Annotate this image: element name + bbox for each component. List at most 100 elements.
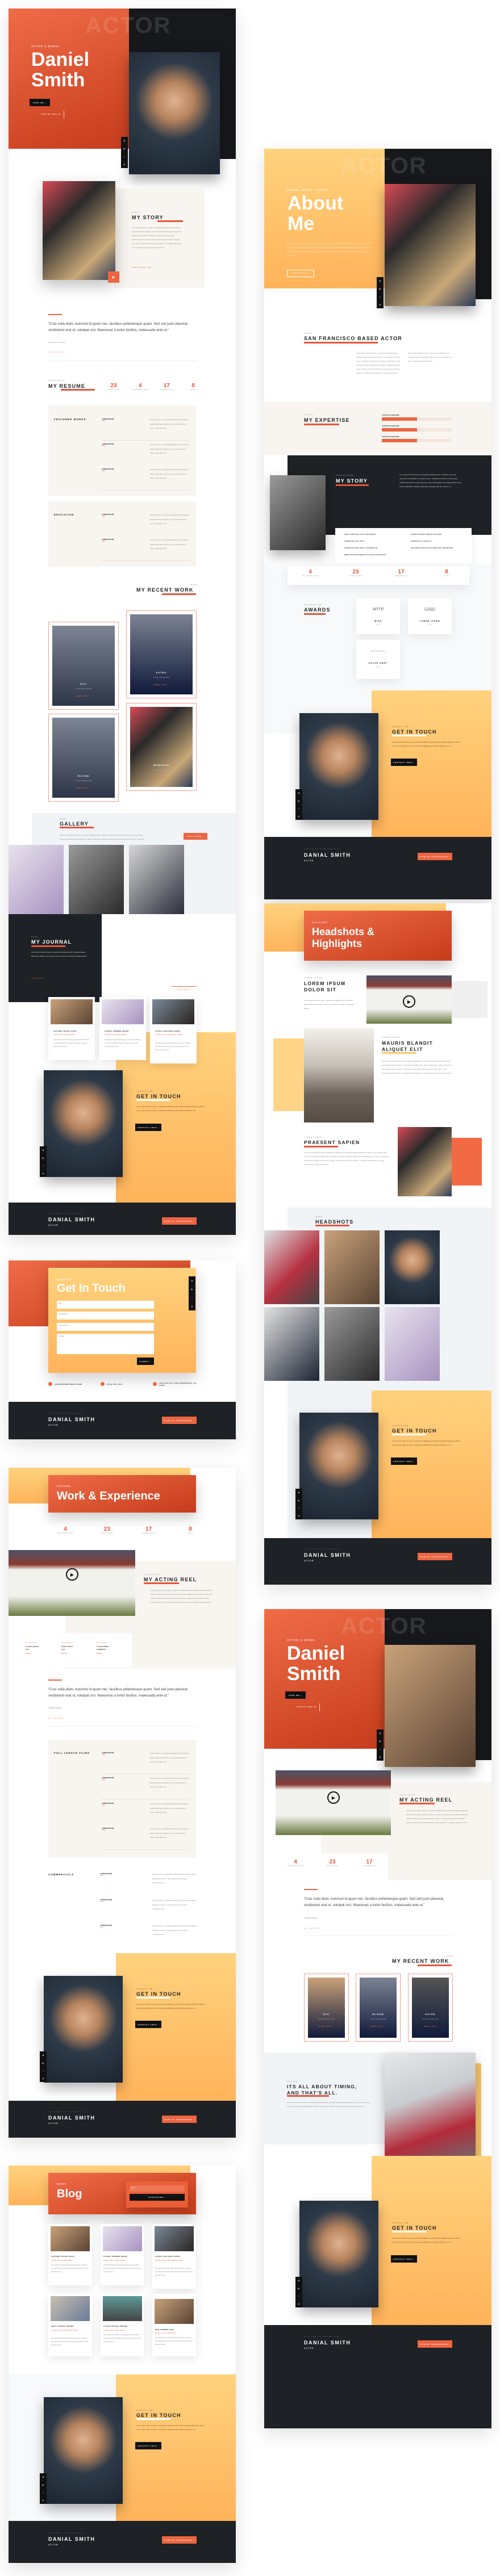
instagram-icon[interactable]: ◙: [298, 2279, 299, 2282]
highlight-play-link[interactable]: PLAY ⊕: [26, 1653, 54, 1654]
vimeo-icon[interactable]: v: [43, 2069, 44, 2072]
vimeo-icon[interactable]: v: [43, 2491, 44, 2494]
view-experience-button[interactable]: VIEW MY EXPERIENCE ›: [418, 2340, 452, 2348]
headshot-photo[interactable]: [264, 1307, 319, 1381]
work-card[interactable]: DIVI Comedy, Short Film, 2016 MORE INFO …: [48, 622, 119, 710]
hire-me-button[interactable]: HIRE ME ›: [285, 1691, 306, 1699]
vimeo-icon[interactable]: v: [298, 2294, 299, 2297]
read-more-link[interactable]: READ MORE ›: [177, 989, 193, 991]
work-card[interactable]: MONARCH Comedy, Short Film, 2016 MORE IN…: [126, 703, 197, 791]
submit-button[interactable]: SUBMIT ›: [137, 1358, 154, 1365]
instagram-icon[interactable]: ◙: [43, 2476, 44, 2478]
vimeo-icon[interactable]: v: [380, 1748, 381, 1750]
contact-info-button[interactable]: CONTACT INFO ›: [391, 2255, 417, 2263]
youtube-icon[interactable]: ▶: [379, 287, 381, 290]
view-experience-button[interactable]: VIEW MY EXPERIENCE ›: [162, 1417, 197, 1424]
work-card-more-link[interactable]: MORE INFO ›: [52, 788, 115, 789]
gallery-photo[interactable]: [9, 845, 64, 914]
contact-info-button[interactable]: CONTACT INFO ›: [135, 2442, 161, 2449]
gallery-photo[interactable]: [129, 845, 184, 914]
vimeo-icon[interactable]: v: [43, 1164, 44, 1167]
work-card-more-link[interactable]: MORE INFO ›: [360, 2026, 397, 2028]
reel-video[interactable]: [9, 1550, 135, 1616]
story-play-button[interactable]: ▶: [108, 271, 119, 283]
instagram-icon[interactable]: ◙: [380, 279, 381, 282]
view-experience-button[interactable]: VIEW MY EXPERIENCE ›: [162, 1217, 197, 1225]
email-text[interactable]: INFO@DANIELSMITH.COM: [55, 1383, 82, 1385]
instagram-icon[interactable]: ◙: [43, 2054, 44, 2056]
view-experience-button[interactable]: VIEW MY EXPERIENCE ›: [162, 2116, 197, 2123]
youtube-icon[interactable]: ▶: [42, 2062, 44, 2064]
highlight-play-link[interactable]: PLAY ⊕: [97, 1653, 128, 1654]
vimeo-icon[interactable]: v: [191, 1296, 193, 1299]
view-more-button[interactable]: VIEW MORE ›: [184, 833, 207, 840]
work-card-more-link[interactable]: MORE INFO ›: [130, 684, 193, 686]
work-card[interactable]: BLOOM Comedy, Short Film, 2016 MORE INFO…: [48, 714, 119, 802]
headshot-photo[interactable]: [264, 1230, 319, 1304]
headshot-photo[interactable]: [324, 1307, 380, 1381]
youtube-icon[interactable]: ▶: [379, 1740, 381, 1743]
view-experience-button[interactable]: VIEW MY EXPERIENCE ›: [418, 1553, 452, 1560]
work-card[interactable]: DIVI Comedy, Short Film, 2016 MORE INFO …: [304, 1974, 349, 2042]
blog-post-card[interactable]: FLORAL SUMMER DRESS by admin | Dec 13, 2…: [101, 2224, 144, 2285]
play-icon[interactable]: ▶: [327, 1791, 340, 1804]
contact-info-button[interactable]: CONTACT INFO ›: [391, 759, 417, 766]
journal-post-card[interactable]: LEATHER TRAVEL BAGS by admin | Dec 13, 2…: [48, 997, 95, 1060]
work-card-more-link[interactable]: MORE INFO: [412, 2026, 449, 2028]
imdb-icon[interactable]: ■: [43, 2499, 44, 2502]
blog-post-card[interactable]: GRAY FITNESS HOODIE by admin | Dec 13, 2…: [48, 2294, 92, 2356]
blog-post-card[interactable]: LATEST DESIGN TRENDS by admin | Dec 13, …: [101, 2294, 144, 2356]
youtube-icon[interactable]: ▶: [42, 2483, 44, 2486]
message-field[interactable]: Message: [57, 1334, 154, 1354]
view-experience-button[interactable]: VIEW MY EXPERIENCE ›: [162, 2536, 197, 2544]
imdb-icon[interactable]: ■: [298, 1514, 299, 1517]
view-experience-button[interactable]: VIEW MY EXPERIENCE ›: [418, 853, 452, 860]
instagram-icon[interactable]: ◙: [191, 1279, 193, 1282]
view-reel-link[interactable]: VIEW MY REEL ⊕: [297, 1706, 316, 1708]
subscribe-email-input[interactable]: Email: [130, 2185, 185, 2192]
view-reel-link[interactable]: VIEW MY REEL ⊕: [41, 113, 61, 115]
phone-field[interactable]: Phone Number: [57, 1323, 154, 1331]
youtube-icon[interactable]: ▶: [298, 799, 299, 802]
all-reviews-link[interactable]: ALL REVIEWS ›: [48, 351, 66, 353]
imdb-icon[interactable]: ■: [43, 1172, 44, 1175]
contact-info-button[interactable]: CONTACT INFO ›: [391, 1457, 417, 1465]
youtube-icon[interactable]: ▶: [42, 1157, 44, 1159]
work-card[interactable]: EXTRA Comedy, Short Film, 2016 MORE INFO…: [126, 610, 197, 698]
work-card-more-link[interactable]: MORE INFO ›: [308, 2026, 345, 2028]
imdb-icon[interactable]: ■: [124, 163, 125, 166]
hire-me-button[interactable]: HIRE ME ›: [30, 99, 50, 106]
name-field[interactable]: Name: [57, 1301, 154, 1309]
blog-post-card[interactable]: CASUAL WALKING SHOES by admin | Dec 13, …: [152, 2224, 196, 2289]
instagram-icon[interactable]: ◙: [124, 139, 125, 142]
instagram-icon[interactable]: ◙: [298, 791, 299, 794]
headshot-photo[interactable]: [385, 1307, 440, 1381]
about-reel-button[interactable]: VIEW MY REEL ⊕: [287, 270, 314, 277]
vimeo-icon[interactable]: v: [298, 807, 299, 810]
work-card-more-link[interactable]: MORE INFO ›: [52, 696, 115, 697]
youtube-icon[interactable]: ▶: [298, 1499, 299, 1502]
instagram-icon[interactable]: ◙: [380, 1732, 381, 1735]
imdb-icon[interactable]: ■: [298, 815, 299, 818]
contact-info-button[interactable]: CONTACT INFO ›: [135, 2021, 161, 2028]
vimeo-icon[interactable]: v: [124, 155, 125, 158]
subscribe-button[interactable]: SUBSCRIBE ›: [130, 2194, 185, 2201]
imdb-icon[interactable]: ■: [298, 2302, 299, 2305]
imdb-icon[interactable]: ■: [43, 2077, 44, 2080]
instagram-icon[interactable]: ◙: [43, 1149, 44, 1151]
play-icon[interactable]: ▶: [66, 1568, 78, 1581]
youtube-icon[interactable]: ▶: [298, 2287, 299, 2290]
youtube-icon[interactable]: ▶: [191, 1288, 193, 1291]
journal-post-card[interactable]: CASUAL WALKING SHOES by admin | Dec 13, …: [150, 997, 197, 1063]
contact-info-button[interactable]: CONTACT INFO ›: [135, 1124, 161, 1131]
imdb-icon[interactable]: ■: [191, 1305, 193, 1308]
work-card-more-link[interactable]: MORE INFO ›: [130, 777, 193, 778]
blog-post-card[interactable]: LEATHER TRAVEL BAGS by admin | Dec 13, 2…: [48, 2224, 92, 2285]
gallery-photo[interactable]: [69, 845, 124, 914]
all-reviews-link[interactable]: ALL REVIEWS ›: [48, 1718, 66, 1719]
subscribe-link[interactable]: SUBSCRIBE ›: [31, 978, 47, 979]
twitter-icon[interactable]: v: [380, 295, 381, 298]
journal-post-card[interactable]: FLORAL SUMMER DRESS by admin | Dec 13, 2…: [99, 997, 146, 1060]
vimeo-icon[interactable]: v: [298, 1506, 299, 1509]
blog-post-card[interactable]: NEW SUMMER LINE by admin | Dec 13, 2016 …: [152, 2294, 196, 2356]
